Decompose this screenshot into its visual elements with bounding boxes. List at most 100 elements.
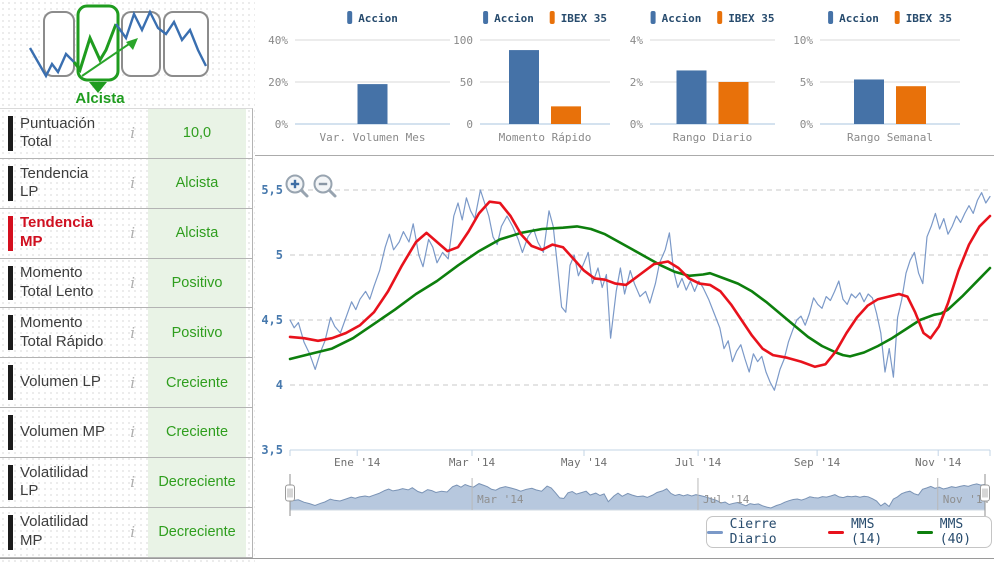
indicator-row: Tendencia MP i Alcista: [0, 209, 252, 259]
mini-legend-marker-icon[interactable]: [895, 11, 900, 24]
indicator-row: Volatilidad LP i Decreciente: [0, 458, 252, 508]
mini-legend-marker-icon[interactable]: [483, 11, 488, 24]
indicator-label: Tendencia MP: [20, 214, 110, 252]
indicator-value: Creciente: [148, 408, 246, 457]
indicator-value: Decreciente: [148, 458, 246, 507]
info-icon[interactable]: i: [130, 124, 135, 142]
series-mms40: [290, 226, 990, 359]
main-ytick: 5: [276, 248, 283, 262]
indicator-label: Momento Total Rápido: [20, 314, 110, 352]
indicator-row: Momento Total Rápido i Positivo: [0, 308, 252, 358]
navigator-label: Mar '14: [477, 493, 524, 506]
mini-ytick: 0: [466, 118, 473, 131]
left-panel: Alcista Puntuación Totali10,0Tendencia L…: [0, 0, 255, 563]
mini-legend-label[interactable]: Accion: [839, 12, 879, 25]
info-icon[interactable]: i: [130, 324, 135, 342]
indicator-value: Alcista: [148, 159, 246, 208]
indicator-row: Volumen LPiCreciente: [0, 358, 252, 408]
info-icon[interactable]: i: [130, 274, 135, 292]
navigator-handle-left[interactable]: [286, 485, 295, 501]
main-xtick: Ene '14: [334, 456, 381, 469]
info-icon[interactable]: i: [130, 374, 135, 392]
mini-ytick: 0%: [800, 118, 814, 131]
bar-accion[interactable]: [509, 50, 539, 124]
bottom-divider: [0, 558, 994, 559]
zoom-out-button[interactable]: [315, 176, 336, 197]
bar-ibex-35[interactable]: [551, 106, 581, 124]
trend-icon-2[interactable]: [78, 6, 118, 80]
mini-legend-label[interactable]: Accion: [358, 12, 398, 25]
legend-item-cierre-diario[interactable]: Cierre Diario: [707, 517, 813, 547]
indicator-label-cell: Tendencia LPi: [0, 159, 148, 208]
info-icon[interactable]: i: [130, 423, 135, 441]
info-icon[interactable]: i: [130, 224, 135, 242]
navigator-handle-right[interactable]: [981, 485, 990, 501]
bar-ibex-35[interactable]: [719, 82, 749, 124]
mms40-swatch: [917, 531, 933, 534]
indicator-label-cell: Volatilidad MP i: [0, 508, 148, 557]
mini-chart-title: Momento Rápido: [499, 131, 592, 144]
mini-ytick: 0%: [630, 118, 644, 131]
trend-icon-1[interactable]: [44, 12, 74, 76]
mini-legend-label[interactable]: IBEX 35: [906, 12, 952, 25]
indicator-label: Volatilidad MP: [20, 513, 110, 551]
indicator-label: Momento Total Lento: [20, 264, 110, 302]
indicator-value: Alcista: [148, 209, 246, 258]
mini-legend-label[interactable]: IBEX 35: [561, 12, 607, 25]
row-accent-bar: [8, 315, 13, 350]
range-navigator[interactable]: Mar '14Jul '14Nov '14: [255, 472, 994, 518]
mini-legend-label[interactable]: Accion: [494, 12, 534, 25]
trend-icon-4[interactable]: [164, 12, 208, 76]
indicator-value: Positivo: [148, 259, 246, 308]
row-accent-bar: [8, 266, 13, 301]
legend-item-mms14[interactable]: MMS (14): [828, 517, 902, 547]
indicator-value: Positivo: [148, 308, 246, 357]
main-ytick: 3,5: [261, 443, 283, 457]
indicator-row: Tendencia LPiAlcista: [0, 159, 252, 209]
main-ytick: 4: [276, 378, 283, 392]
mini-chart-4: 0% 5% 10% Accion IBEX 35 Rango Semanal: [793, 11, 960, 144]
indicator-row: Puntuación Totali10,0: [0, 109, 252, 159]
indicator-label: Volumen MP: [20, 423, 110, 442]
indicator-row: Volumen MP i Creciente: [0, 408, 252, 458]
mini-legend-marker-icon[interactable]: [651, 11, 656, 24]
mini-chart-3: 0%2%4%AccionIBEX 35Rango Diario: [630, 11, 775, 144]
series-cierrediario: [290, 190, 990, 390]
info-icon[interactable]: i: [130, 473, 135, 491]
trend-state-selector[interactable]: Alcista: [2, 2, 234, 106]
mini-chart-title: Var. Volumen Mes: [320, 131, 426, 144]
mini-chart-title: Rango Semanal: [847, 131, 933, 144]
bar-accion[interactable]: [358, 84, 388, 124]
bar-ibex-35[interactable]: [896, 86, 926, 124]
indicator-label-cell: Volatilidad LP i: [0, 458, 148, 507]
legend-item-mms40[interactable]: MMS (40): [917, 517, 991, 547]
row-accent-bar: [8, 415, 13, 450]
mini-legend-marker-icon[interactable]: [717, 11, 722, 24]
mini-bar-charts: 0%20%40%AccionVar. Volumen Mes050100Acci…: [255, 0, 994, 155]
mini-legend-label[interactable]: IBEX 35: [728, 12, 774, 25]
bar-accion[interactable]: [854, 79, 884, 124]
mini-legend-marker-icon[interactable]: [550, 11, 555, 24]
mini-ytick: 5%: [800, 76, 814, 89]
main-ytick: 4,5: [261, 313, 283, 327]
chart-legend: Cierre Diario MMS (14) MMS (40): [706, 516, 992, 548]
mini-ytick: 50: [460, 76, 473, 89]
indicator-label-cell: Momento Total Rápido i: [0, 308, 148, 357]
mini-ytick: 10%: [793, 34, 813, 47]
mini-legend-marker-icon[interactable]: [347, 11, 352, 24]
indicator-label-cell: Tendencia MP i: [0, 209, 148, 258]
indicator-value: Creciente: [148, 358, 246, 407]
info-icon[interactable]: i: [130, 523, 135, 541]
bar-accion[interactable]: [677, 70, 707, 124]
indicator-label: Puntuación Total: [20, 115, 110, 153]
mini-legend-marker-icon[interactable]: [828, 11, 833, 24]
mini-ytick: 2%: [630, 76, 644, 89]
indicator-label: Volatilidad LP: [20, 464, 110, 502]
mini-chart-2: 050100AccionIBEX 35Momento Rápido: [453, 11, 610, 144]
info-icon[interactable]: i: [130, 174, 135, 192]
zoom-in-button[interactable]: [287, 176, 308, 197]
mini-ytick: 20%: [268, 76, 288, 89]
mini-legend-label[interactable]: Accion: [662, 12, 702, 25]
main-price-chart[interactable]: 5,554,543,5Ene '14Mar '14May '14Jul '14S…: [255, 160, 994, 472]
row-accent-bar: [8, 365, 13, 400]
